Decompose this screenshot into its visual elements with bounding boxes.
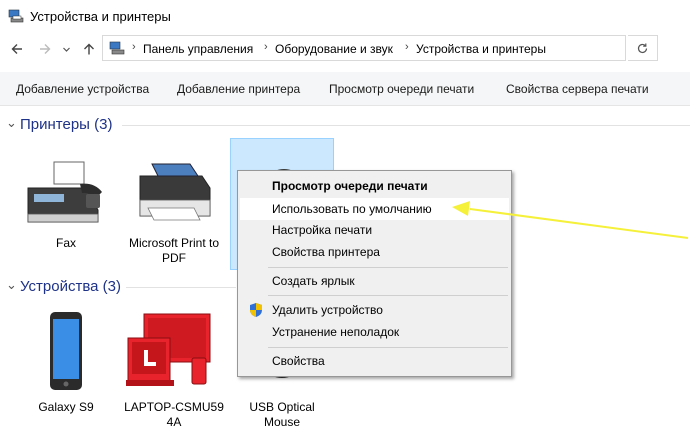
address-bar[interactable]: › Панель управления › Оборудование и зву… (102, 35, 626, 61)
device-tile-galaxy-s9[interactable]: Galaxy S9 (14, 306, 118, 430)
breadcrumb-devices-printers[interactable]: Устройства и принтеры (416, 42, 546, 56)
breadcrumb-control-panel[interactable]: Панель управления (143, 42, 253, 56)
menu-item-remove-device[interactable]: Удалить устройство (240, 299, 509, 321)
breadcrumb-hardware-sound[interactable]: Оборудование и звук (275, 42, 393, 56)
chevron-down-icon: ⌄ (6, 277, 17, 292)
forward-button[interactable] (36, 40, 54, 58)
window-title: Устройства и принтеры (30, 9, 171, 24)
printer-icon (139, 163, 211, 221)
device-label: USB Optical Mouse (249, 400, 315, 429)
refresh-button[interactable] (628, 35, 658, 61)
arrow-left-icon (11, 44, 22, 54)
uac-shield-icon (250, 303, 262, 317)
up-button[interactable] (80, 40, 98, 58)
device-label: Galaxy S9 (38, 400, 94, 414)
command-bar: Добавление устройства Добавление принтер… (0, 72, 690, 106)
title-bar: Устройства и принтеры (0, 0, 690, 32)
printers-group-title: Принтеры (3) (20, 116, 113, 133)
devices-printers-icon (8, 9, 24, 23)
devices-group-title: Устройства (3) (20, 278, 121, 295)
add-printer-button[interactable]: Добавление принтера (177, 82, 300, 96)
back-button[interactable] (8, 40, 26, 58)
menu-separator (268, 267, 508, 268)
control-panel-icon (109, 41, 125, 55)
chevron-down-icon (62, 47, 70, 52)
chevron-right-icon: › (264, 41, 268, 53)
printers-group-header[interactable]: ⌄ Принтеры (3) (0, 114, 690, 136)
chevron-right-icon: › (132, 41, 136, 53)
menu-item-set-default[interactable]: Использовать по умолчанию (240, 198, 509, 220)
fax-icon (27, 161, 102, 223)
arrow-right-icon (40, 44, 51, 54)
group-divider (122, 125, 690, 126)
printer-label: Microsoft Print to PDF (128, 236, 220, 265)
laptop-icon (126, 313, 211, 386)
print-server-properties-button[interactable]: Свойства сервера печати (506, 82, 649, 96)
menu-item-view-queue[interactable]: Просмотр очереди печати (240, 175, 509, 197)
device-tile-laptop[interactable]: LAPTOP-CSMU59 4A (122, 306, 226, 430)
menu-item-label: Удалить устройство (272, 303, 383, 317)
view-queue-button[interactable]: Просмотр очереди печати (329, 82, 474, 96)
menu-separator (268, 347, 508, 348)
menu-item-create-shortcut[interactable]: Создать ярлык (240, 270, 509, 292)
menu-item-properties[interactable]: Свойства (240, 350, 509, 372)
navigation-bar: › Панель управления › Оборудование и зву… (0, 32, 690, 66)
refresh-icon (637, 43, 648, 54)
menu-item-troubleshoot[interactable]: Устранение неполадок (240, 321, 509, 343)
printer-tile-print-to-pdf[interactable]: Microsoft Print to PDF (122, 148, 226, 268)
chevron-right-icon: › (405, 41, 409, 53)
printer-tile-fax[interactable]: Fax (14, 148, 118, 268)
context-menu: Просмотр очереди печати Использовать по … (237, 170, 512, 377)
group-divider (126, 287, 236, 288)
menu-item-printer-properties[interactable]: Свойства принтера (240, 241, 509, 263)
printer-label: Fax (55, 236, 76, 250)
phone-icon (50, 312, 82, 390)
chevron-down-icon: ⌄ (6, 115, 17, 130)
menu-item-print-settings[interactable]: Настройка печати (240, 219, 509, 241)
recent-locations-button[interactable] (60, 40, 72, 58)
device-label: LAPTOP-CSMU59 4A (124, 400, 224, 429)
menu-separator (268, 295, 508, 296)
arrow-up-icon (84, 43, 94, 55)
add-device-button[interactable]: Добавление устройства (16, 82, 149, 96)
